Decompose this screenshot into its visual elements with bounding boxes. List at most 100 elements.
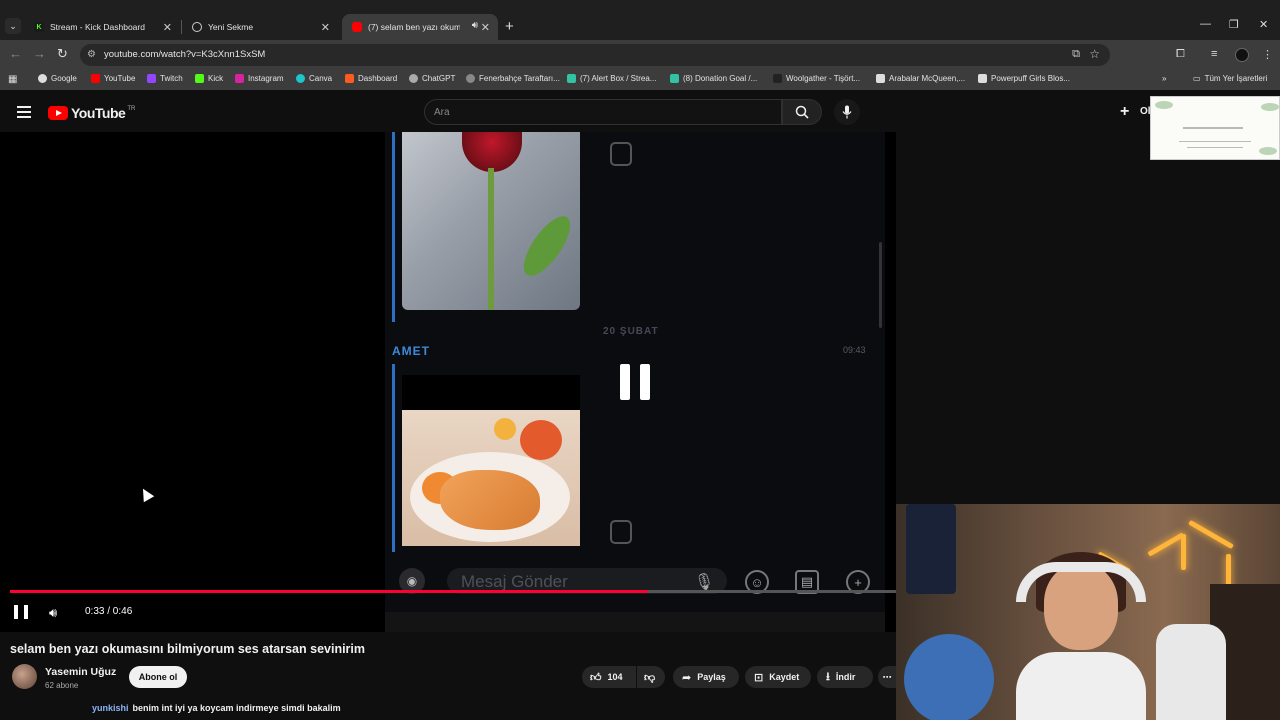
create-plus-icon[interactable]: + xyxy=(1120,103,1129,121)
bookmark-kick[interactable]: Kick xyxy=(195,74,223,83)
bookmark-dashboard[interactable]: Dashboard xyxy=(345,74,397,83)
more-dots-icon: ⋯ xyxy=(882,671,892,682)
close-icon[interactable]: ✕ xyxy=(321,21,330,34)
streamelements-icon xyxy=(670,74,679,83)
date-separator: 20 ŞUBAT xyxy=(603,326,659,337)
new-tab-button[interactable]: + xyxy=(505,18,514,35)
subscriber-count: 62 abone xyxy=(45,681,79,690)
progress-fill xyxy=(10,590,648,593)
canva-icon xyxy=(296,74,305,83)
overlay-note-image xyxy=(1150,96,1280,160)
bookmark-star-icon[interactable]: ☆ xyxy=(1089,47,1100,61)
site-info-icon[interactable]: ⚙︎ xyxy=(87,49,99,61)
google-icon xyxy=(38,74,47,83)
video-player[interactable]: 20 ŞUBAT AMET 09:43 ◉ Mesaj Gönder 🎙︎ ☺ … xyxy=(0,132,896,632)
search-input[interactable]: Ara xyxy=(424,99,782,125)
sender-name: AMET xyxy=(392,344,430,358)
gaming-chair xyxy=(1156,624,1226,720)
tab-youtube-video[interactable]: (7) selam ben yazı okumas 🔊︎ ✕ xyxy=(342,14,498,40)
search-placeholder: Ara xyxy=(434,107,450,118)
minimize-icon[interactable]: — xyxy=(1200,18,1211,30)
voice-search-button[interactable] xyxy=(834,99,860,125)
close-icon[interactable]: ✕ xyxy=(163,21,172,34)
cat-image xyxy=(402,410,580,546)
bookmarks-bar: ▦ Google YouTube Twitch Kick Instagram C… xyxy=(0,70,1280,90)
note-line xyxy=(1187,147,1243,148)
share-arrow-icon: ➦ xyxy=(682,671,692,684)
chat-text: benim int iyi ya koycam indirmeye simdi … xyxy=(132,703,341,713)
more-bookmarks-icon[interactable]: » xyxy=(1162,74,1166,83)
volume-icon[interactable]: 🔊︎ xyxy=(49,605,57,621)
more-actions-button[interactable]: ⋯ xyxy=(878,666,896,688)
chat-username: yunkishi xyxy=(92,703,129,713)
tab-new-tab[interactable]: Yeni Sekme ✕ xyxy=(182,14,338,40)
pause-overlay-icon[interactable] xyxy=(620,364,650,400)
video-bottom-strip xyxy=(385,612,885,632)
youtube-logo[interactable]: YouTube TR xyxy=(48,105,135,121)
media-controls-icon[interactable]: ≡ xyxy=(1211,48,1217,60)
download-button[interactable]: ⭳ İndir xyxy=(817,666,873,688)
message-time: 09:43 xyxy=(843,345,866,355)
profile-avatar[interactable] xyxy=(1235,48,1249,62)
tab-kick-dashboard[interactable]: K Stream - Kick Dashboard ✕ xyxy=(24,14,180,40)
bookmark-canva[interactable]: Canva xyxy=(296,74,332,83)
chrome-icon xyxy=(192,22,202,32)
thumbs-up-icon: 👍︎ xyxy=(590,671,602,684)
like-count: 104 xyxy=(607,672,623,682)
close-window-icon[interactable]: ✕ xyxy=(1259,18,1268,31)
bookmark-icon: ⊡ xyxy=(754,671,764,684)
microphone-icon xyxy=(842,105,852,119)
jersey-decoration xyxy=(906,504,956,594)
reload-icon[interactable]: ↻ xyxy=(57,46,68,62)
image-top-bar xyxy=(402,375,580,410)
bookmark-donation-goal[interactable]: (8) Donation Goal /... xyxy=(670,74,757,83)
bookmark-instagram[interactable]: Instagram xyxy=(235,74,284,83)
bookmark-chatgpt[interactable]: ChatGPT xyxy=(409,74,455,83)
youtube-icon xyxy=(352,22,362,32)
restore-icon[interactable]: ❐ xyxy=(1229,18,1239,31)
guide-menu-icon[interactable] xyxy=(17,106,31,118)
bookmark-fenerbahce[interactable]: Fenerbahçe Taraftarı... xyxy=(466,74,560,83)
reply-bar xyxy=(392,132,395,322)
audio-playing-icon[interactable]: 🔊︎ xyxy=(472,20,478,31)
headphones xyxy=(1016,562,1146,602)
region-code: TR xyxy=(127,106,136,112)
time-display: 0:33 / 0:46 xyxy=(85,606,133,617)
kick-icon xyxy=(195,74,204,83)
bookmark-woolgather[interactable]: Woolgather - Tişört... xyxy=(773,74,860,83)
tulip-image xyxy=(402,132,580,310)
tab-title: Yeni Sekme xyxy=(208,22,254,32)
like-button[interactable]: 👍︎ 104 xyxy=(582,666,636,688)
page-icon xyxy=(876,74,885,83)
dislike-button[interactable]: 👎︎ xyxy=(637,666,665,688)
all-bookmarks[interactable]: ▭ Tüm Yer İşaretleri xyxy=(1193,74,1267,83)
back-icon[interactable]: ← xyxy=(9,46,22,61)
channel-name[interactable]: Yasemin Uğuz xyxy=(45,666,116,678)
subscribe-button[interactable]: Abone ol xyxy=(129,666,187,688)
bookmark-youtube[interactable]: YouTube xyxy=(91,74,135,83)
bookmark-powerpuff[interactable]: Powerpuff Girls Blos... xyxy=(978,74,1070,83)
search-button[interactable] xyxy=(782,99,822,125)
tab-title: Stream - Kick Dashboard xyxy=(50,22,145,32)
bookmark-twitch[interactable]: Twitch xyxy=(147,74,183,83)
tab-search-button[interactable]: ⌄ xyxy=(5,18,21,34)
extensions-icon[interactable]: ⧠ xyxy=(1176,48,1185,61)
bookmark-arabalar[interactable]: Arabalar McQueen,... xyxy=(876,74,965,83)
install-app-icon[interactable]: ⧉ xyxy=(1072,48,1080,61)
leaf-decoration xyxy=(1155,101,1173,109)
url-text: youtube.com/watch?v=K3cXnn1SxSM xyxy=(104,49,266,60)
search-icon xyxy=(795,105,809,119)
share-button[interactable]: ➦ Paylaş xyxy=(673,666,739,688)
progress-bar[interactable] xyxy=(10,590,896,593)
apps-grid-icon[interactable]: ▦ xyxy=(8,74,17,85)
channel-avatar[interactable] xyxy=(12,664,37,689)
menu-kebab-icon[interactable]: ⋮ xyxy=(1262,48,1273,61)
bookmark-alert-box[interactable]: (7) Alert Box / Strea... xyxy=(567,74,656,83)
save-button[interactable]: ⊡ Kaydet xyxy=(745,666,811,688)
address-bar[interactable]: ⚙︎ youtube.com/watch?v=K3cXnn1SxSM ⧉ ☆ xyxy=(80,44,1110,66)
instagram-icon xyxy=(235,74,244,83)
pause-button[interactable] xyxy=(14,605,28,619)
forward-icon[interactable]: → xyxy=(33,46,46,61)
close-icon[interactable]: ✕ xyxy=(481,21,490,34)
bookmark-google[interactable]: Google xyxy=(38,74,77,83)
